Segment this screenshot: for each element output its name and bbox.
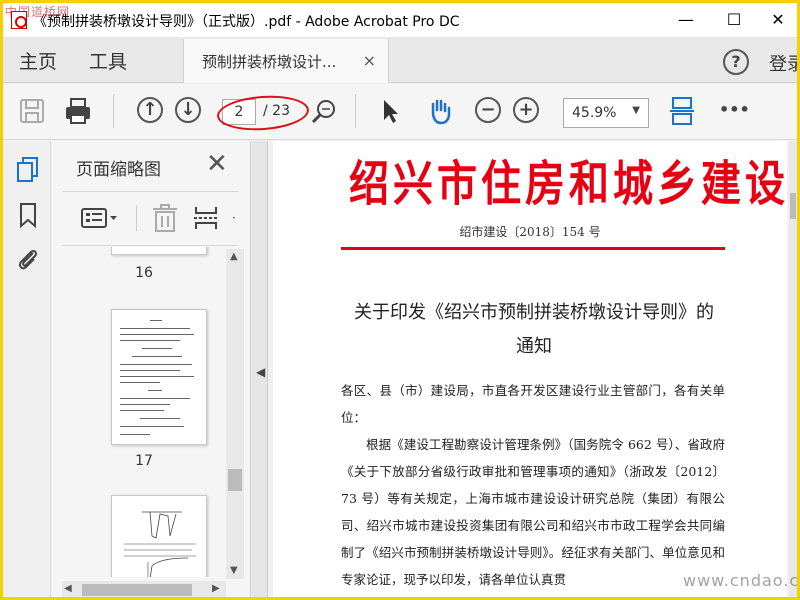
zoom-in-icon[interactable]: +: [513, 97, 539, 123]
scrollbar-thumb[interactable]: [790, 193, 796, 219]
window-title: 《预制拼装桥墩设计导则》（正式版）.pdf - Adobe Acrobat Pr…: [33, 14, 460, 30]
save-icon[interactable]: [17, 96, 47, 126]
previous-page-icon[interactable]: ↑: [137, 97, 163, 123]
navigation-rail: [3, 141, 51, 597]
app-window: 中国道桥网 《预制拼装桥墩设计导则》（正式版）.pdf - Adobe Acro…: [0, 0, 800, 600]
zoom-out-icon[interactable]: −: [475, 97, 501, 123]
thumbnail-diagram: [124, 511, 196, 577]
chevron-down-icon: ▼: [632, 105, 640, 116]
zoom-value: 45.9%: [572, 105, 617, 121]
panel-divider: [62, 245, 238, 246]
page-thumbnail[interactable]: [111, 495, 207, 577]
addressee: 各区、县（市）建设局，市直各开发区建设行业主管部门，各有关单位：: [341, 383, 725, 425]
tab-bar: 主页 工具 预制拼装桥墩设计... × ? 登录: [3, 37, 797, 83]
header-red-rule: [341, 247, 725, 250]
page-thumbnails-icon[interactable]: [15, 155, 41, 183]
panel-divider: [62, 191, 238, 192]
more-tools-icon[interactable]: •••: [719, 100, 750, 119]
tab-home[interactable]: 主页: [19, 47, 57, 74]
body-paragraph: 根据《建设工程勘察设计管理条例》（国务院令 662 号）、省政府《关于下放部分省…: [341, 437, 725, 587]
chevron-left-icon[interactable]: ◀: [64, 583, 72, 594]
thumbnails-panel: 页面缩略图 ✕ · 16 17 ▲ ▼ ◀ ▶: [52, 141, 251, 597]
pdf-page: 绍兴市住房和城乡建设局文件 绍市建设〔2018〕154 号 关于印发《绍兴市预制…: [273, 141, 789, 597]
page-number-label: 16: [135, 265, 153, 281]
title-bar: 中国道桥网 《预制拼装桥墩设计导则》（正式版）.pdf - Adobe Acro…: [3, 3, 797, 37]
panel-title: 页面缩略图: [76, 160, 161, 180]
next-page-icon[interactable]: ↓: [175, 97, 201, 123]
document-view: 绍兴市住房和城乡建设局文件 绍市建设〔2018〕154 号 关于印发《绍兴市预制…: [269, 141, 789, 597]
scroll-mode-icon[interactable]: [667, 96, 697, 126]
scrollbar-thumb[interactable]: [82, 584, 192, 596]
tab-tools[interactable]: 工具: [89, 47, 127, 74]
select-cursor-icon[interactable]: [375, 96, 405, 126]
toolbar-divider: [113, 94, 114, 128]
tab-document[interactable]: 预制拼装桥墩设计... ×: [183, 39, 389, 83]
watermark-bottom: www.cndao.com: [683, 571, 800, 590]
document-header: 绍兴市住房和城乡建设局文件: [349, 155, 789, 213]
panel-vertical-scrollbar[interactable]: ▲ ▼: [226, 249, 244, 579]
chevron-left-icon: ◀: [256, 365, 266, 379]
chevron-up-icon[interactable]: ▲: [230, 251, 238, 262]
print-icon[interactable]: [63, 96, 93, 126]
attachments-icon[interactable]: [15, 245, 41, 273]
page-thumbnail[interactable]: [111, 309, 207, 445]
document-vertical-scrollbar[interactable]: [789, 141, 797, 597]
delete-icon[interactable]: [150, 203, 180, 233]
login-link[interactable]: 登录: [769, 50, 797, 76]
panel-horizontal-scrollbar[interactable]: ◀ ▶: [62, 581, 226, 597]
bookmarks-icon[interactable]: [15, 201, 41, 229]
panel-divider: [136, 205, 137, 231]
scrollbar-thumb[interactable]: [228, 469, 242, 491]
subject-line-2: 通知: [516, 336, 552, 357]
toolbar-divider: [355, 94, 356, 128]
zoom-page-icon[interactable]: [309, 96, 339, 126]
document-tab-label: 预制拼装桥墩设计...: [202, 53, 337, 71]
minimize-button[interactable]: —: [663, 3, 709, 37]
chevron-down-icon[interactable]: ▼: [230, 565, 238, 576]
insert-pages-icon[interactable]: [192, 203, 220, 233]
close-tab-button[interactable]: ×: [363, 51, 376, 70]
maximize-button[interactable]: ☐: [711, 3, 757, 37]
chevron-right-icon[interactable]: ▶: [212, 583, 220, 594]
close-window-button[interactable]: ✕: [755, 3, 797, 37]
help-icon[interactable]: ?: [723, 49, 749, 75]
more-panel-icon[interactable]: ·: [232, 211, 236, 225]
hand-tool-icon[interactable]: [425, 96, 455, 126]
zoom-select[interactable]: 45.9% ▼: [563, 98, 649, 128]
subject-line-1: 关于印发《绍兴市预制拼装桥墩设计导则》的: [354, 302, 714, 323]
acrobat-app-icon: [11, 11, 27, 29]
document-number: 绍市建设〔2018〕154 号: [459, 225, 601, 239]
thumbnail-options-icon[interactable]: [80, 203, 120, 233]
thumbnail-list: 16 17: [62, 247, 226, 577]
page-thumbnail[interactable]: [111, 247, 207, 255]
page-number-label: 17: [135, 453, 153, 469]
close-panel-icon[interactable]: ✕: [206, 149, 228, 179]
toolbar: ↑ ↓ 2 / 23 − + 45.9% ▼ •••: [3, 84, 797, 140]
collapse-panel-handle[interactable]: ◀: [252, 141, 268, 597]
